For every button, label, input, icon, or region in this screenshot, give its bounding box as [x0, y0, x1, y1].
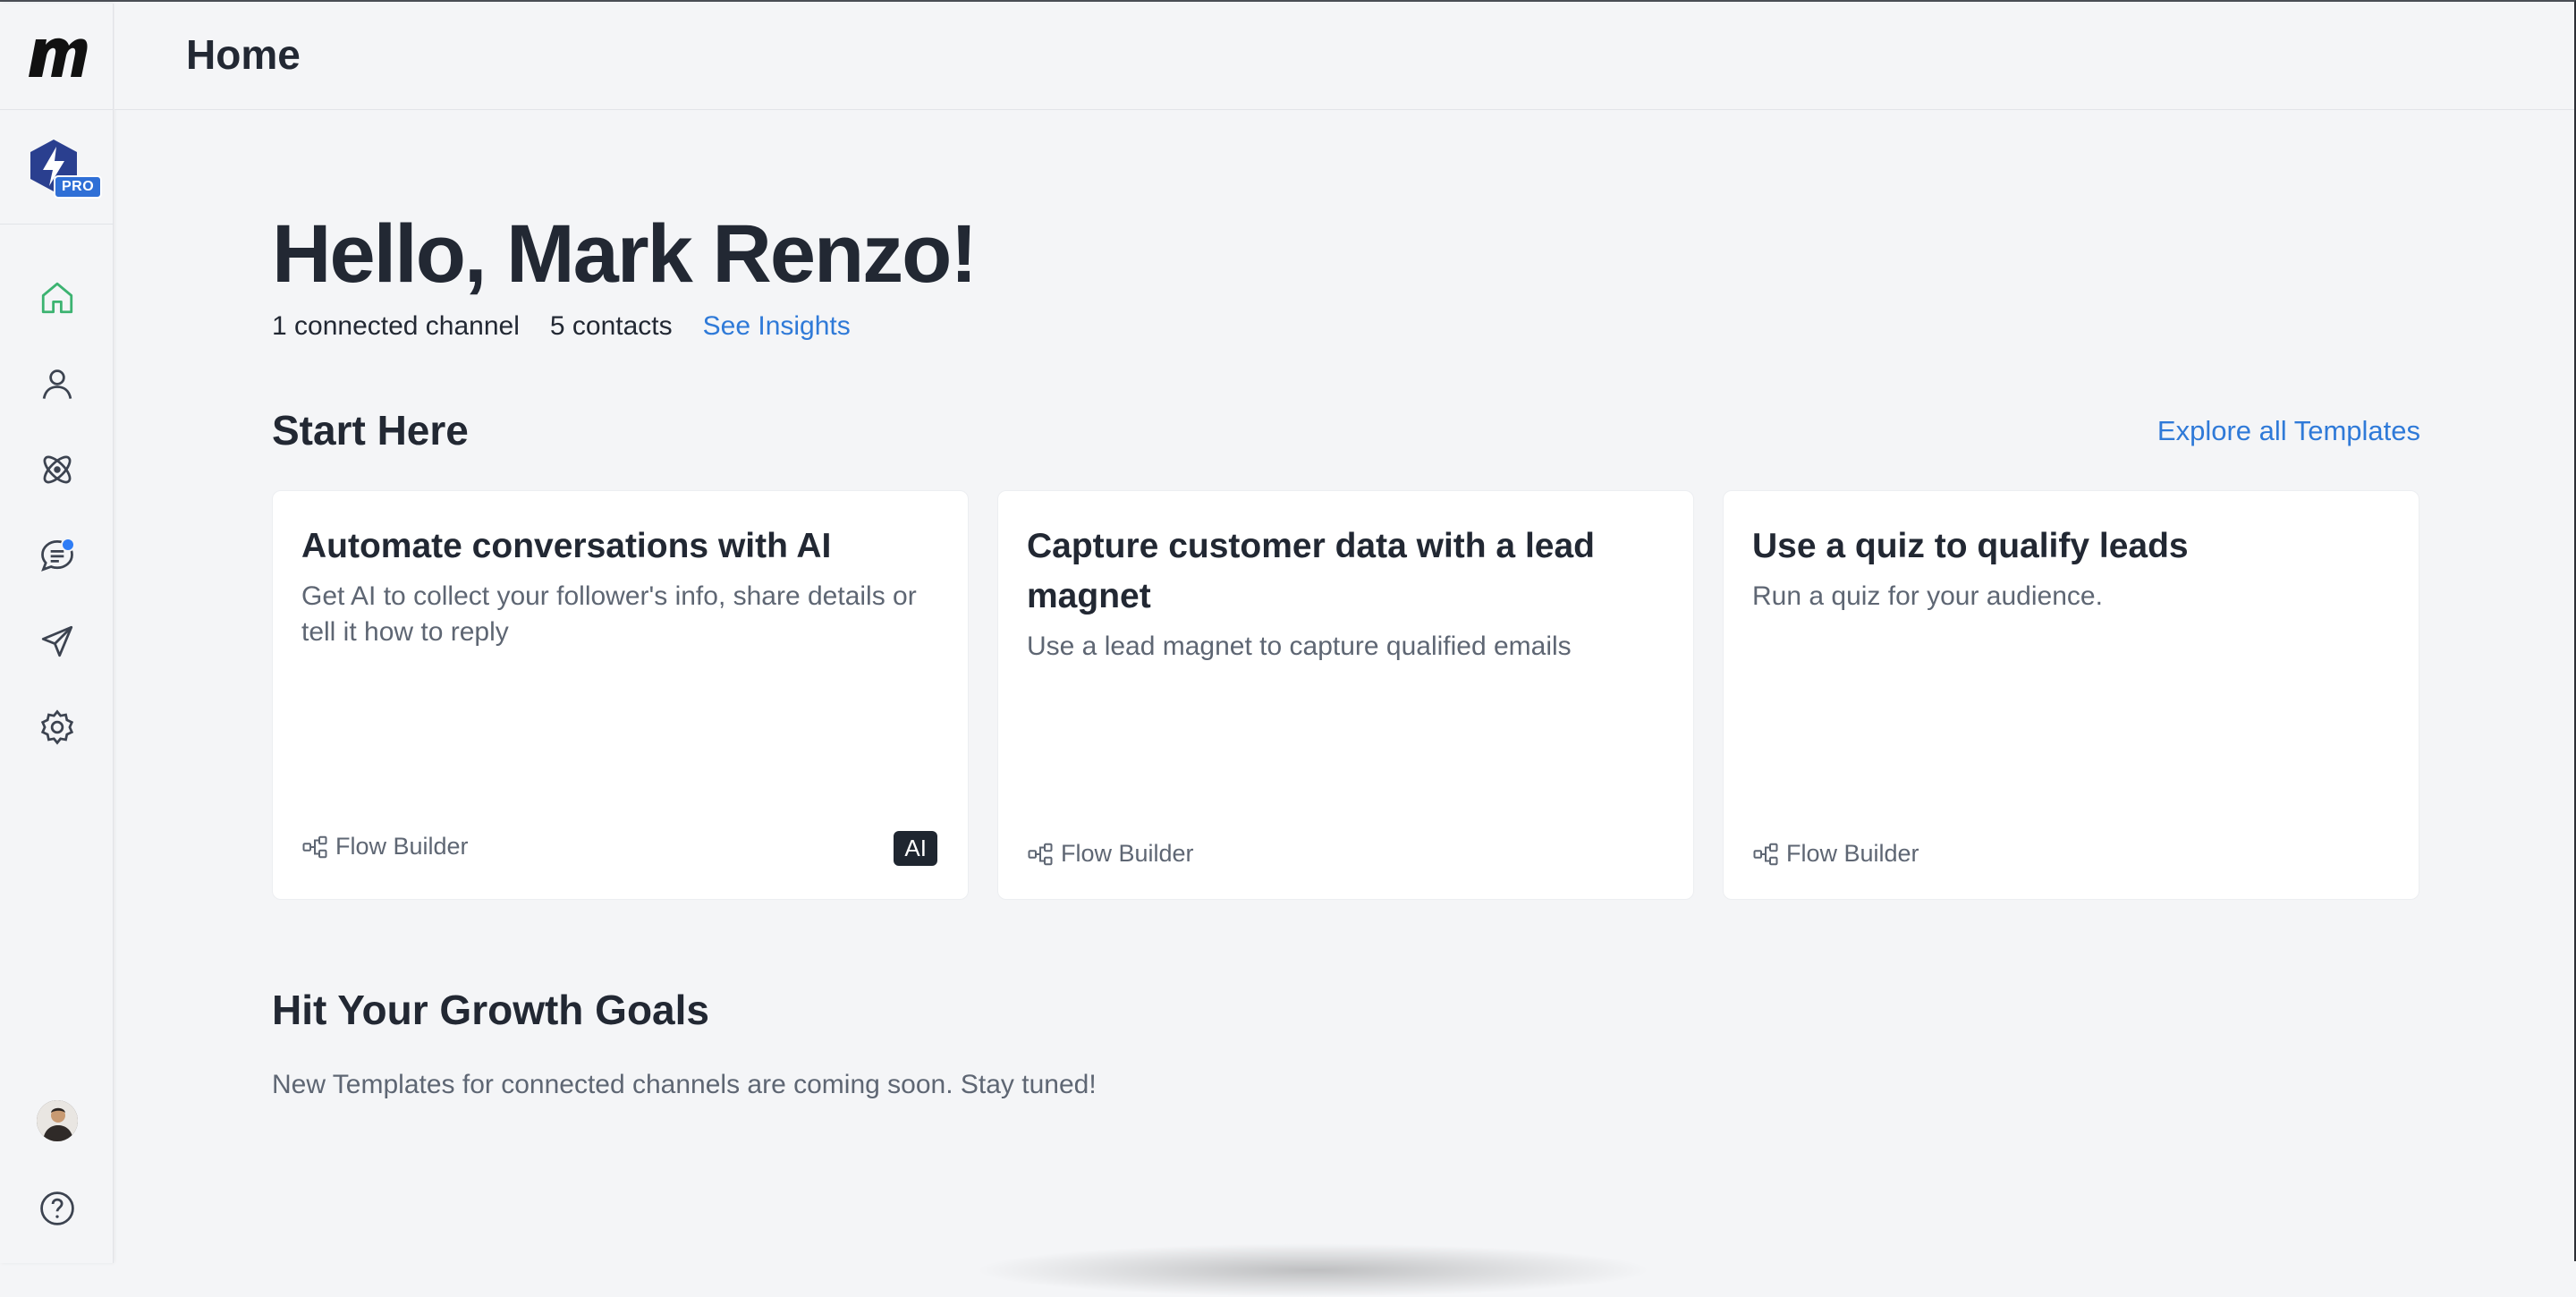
connected-channels-count: 1 connected channel — [272, 311, 520, 341]
sidebar-divider — [0, 224, 114, 225]
account-stats: 1 connected channel 5 contacts See Insig… — [272, 311, 851, 342]
flow-builder-icon — [302, 835, 327, 858]
main-content: Hello, Mark Renzo! 1 connected channel 5… — [114, 111, 2574, 1297]
atom-icon — [43, 455, 72, 484]
flow-builder-label: Flow Builder — [1786, 840, 1919, 867]
sidebar-item-broadcasting[interactable] — [36, 620, 79, 663]
gear-icon — [40, 709, 74, 745]
card-footer: Flow Builder — [301, 833, 469, 860]
sidebar-item-contacts[interactable] — [36, 362, 79, 405]
template-cards: Automate conversations with AI Get AI to… — [272, 490, 2419, 900]
home-icon — [41, 282, 73, 314]
avatar[interactable] — [37, 1100, 78, 1141]
see-insights-link[interactable]: See Insights — [703, 311, 851, 342]
sidebar-divider — [0, 109, 114, 110]
help-icon — [40, 1191, 74, 1225]
avatar-image — [37, 1100, 78, 1141]
flow-builder-icon — [1028, 843, 1053, 865]
sidebar-item-home[interactable] — [36, 276, 79, 319]
manychat-logo[interactable] — [25, 32, 88, 82]
greeting-heading: Hello, Mark Renzo! — [272, 208, 978, 300]
card-description: Run a quiz for your audience. — [1752, 581, 2103, 611]
notification-dot — [61, 538, 75, 552]
floating-panel-shadow — [973, 1243, 1653, 1297]
contacts-count: 5 contacts — [549, 311, 673, 341]
growth-goals-heading: Hit Your Growth Goals — [272, 987, 709, 1033]
page-title: Home — [186, 31, 301, 78]
app-window: PRO Home Hello, Mark Renzo! 1 connected … — [0, 0, 2576, 1297]
top-header: Home — [114, 4, 2574, 110]
card-description: Get AI to collect your follower's info, … — [301, 581, 917, 647]
flow-builder-icon — [1753, 843, 1778, 865]
card-description: Use a lead magnet to capture qualified e… — [1027, 632, 1572, 661]
template-card-lead-magnet[interactable]: Capture customer data with a lead magnet… — [997, 490, 1694, 900]
flow-builder-label: Flow Builder — [335, 833, 469, 860]
start-here-heading: Start Here — [272, 407, 469, 454]
template-card-quiz[interactable]: Use a quiz to qualify leads Run a quiz f… — [1723, 490, 2419, 900]
card-footer: Flow Builder — [1752, 840, 1919, 868]
explore-templates-link[interactable]: Explore all Templates — [2157, 415, 2420, 447]
sidebar: PRO — [0, 4, 114, 1263]
account-pro-badge[interactable]: PRO — [27, 138, 103, 202]
sidebar-item-automation[interactable] — [36, 448, 79, 491]
sidebar-item-settings[interactable] — [36, 706, 79, 749]
pro-label: PRO — [54, 175, 103, 199]
send-icon — [41, 625, 73, 657]
coming-soon-message: New Templates for connected channels are… — [272, 1070, 1097, 1099]
ai-badge: AI — [894, 831, 937, 866]
card-title: Use a quiz to qualify leads — [1752, 527, 2189, 565]
card-title: Automate conversations with AI — [301, 527, 832, 565]
template-card-ai[interactable]: Automate conversations with AI Get AI to… — [272, 490, 969, 900]
help-button[interactable] — [36, 1187, 79, 1230]
flow-builder-label: Flow Builder — [1061, 840, 1194, 867]
card-footer: Flow Builder — [1027, 840, 1194, 868]
card-title: Capture customer data with a lead magnet — [1027, 527, 1595, 615]
sidebar-item-live-chat[interactable] — [36, 534, 79, 577]
user-icon — [42, 369, 72, 399]
